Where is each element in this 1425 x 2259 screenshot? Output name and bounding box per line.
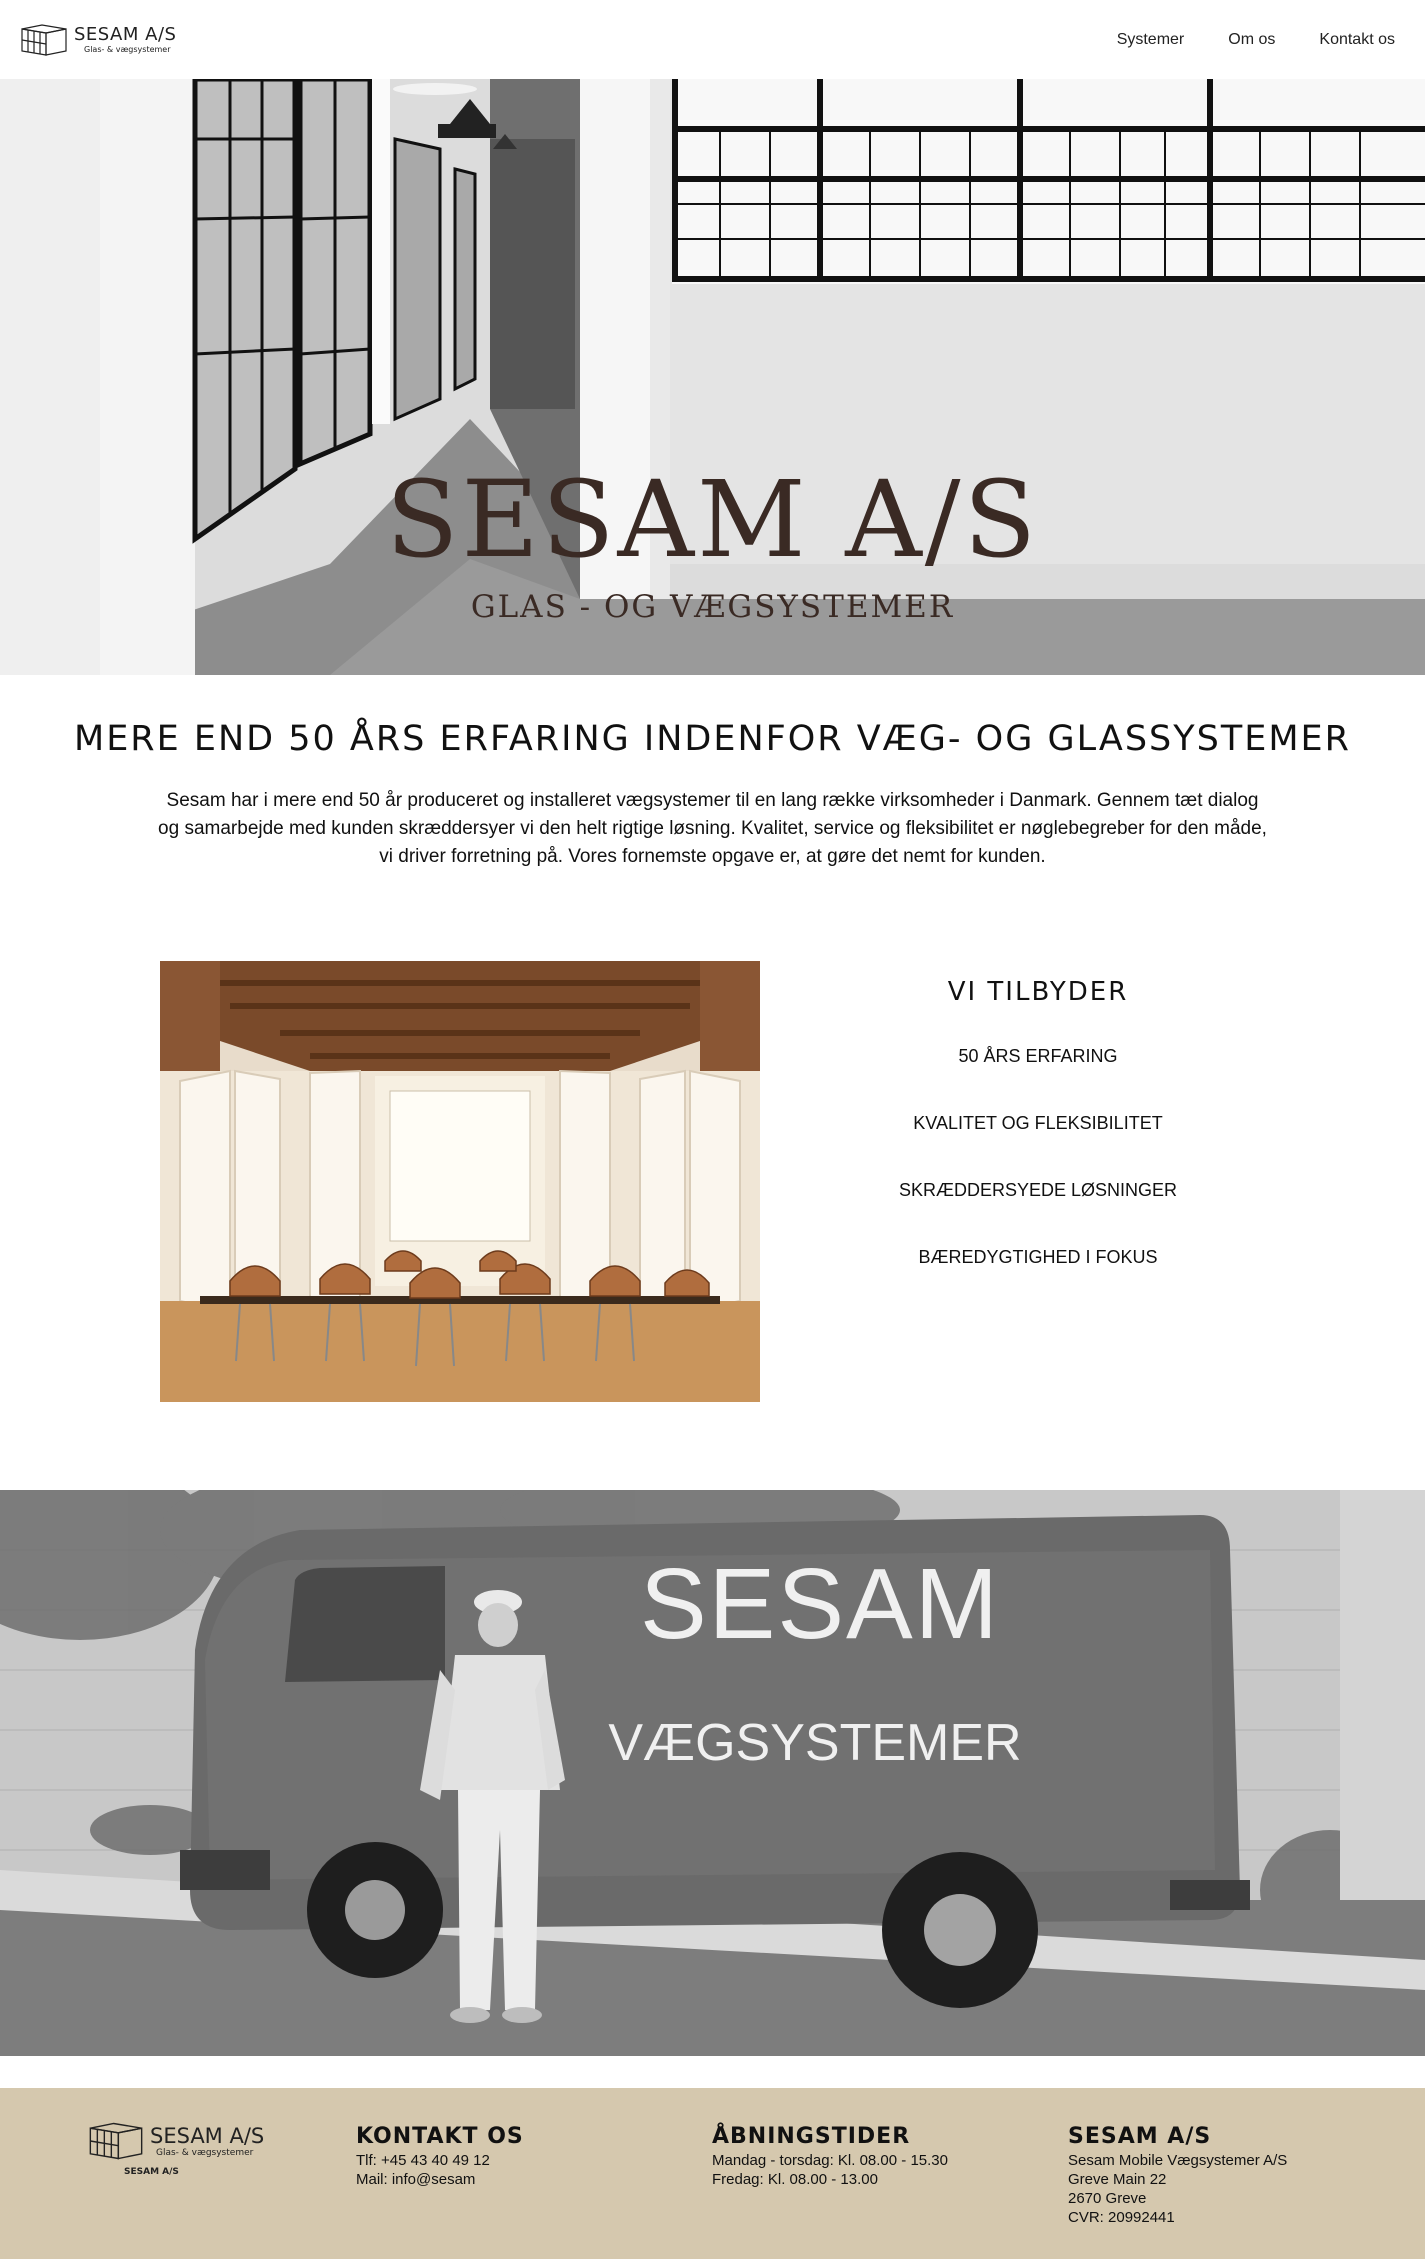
van-text-sesam: SESAM <box>640 1548 1000 1660</box>
meeting-room-photo <box>160 961 760 1402</box>
offer-list-panel: VI TILBYDER 50 ÅRS ERFARING KVALITET OG … <box>848 977 1228 1313</box>
intro-body: Sesam har i mere end 50 år produceret og… <box>158 790 1267 867</box>
header-logo[interactable]: SESAM A/S Glas- & vægsystemer <box>20 23 176 57</box>
cube-logo-icon <box>21 23 67 56</box>
footer-company-line: 2670 Greve <box>1068 2190 1147 2207</box>
intro-heading: MERE END 50 ÅRS ERFARING INDENFOR VÆG- O… <box>74 719 1351 759</box>
offer-section: VI TILBYDER 50 ÅRS ERFARING KVALITET OG … <box>0 871 1425 1490</box>
footer-company-line: Sesam Mobile Vægsystemer A/S <box>1068 2152 1288 2169</box>
footer-company-line: CVR: 20992441 <box>1068 2209 1175 2226</box>
footer-logo-name: SESAM A/S <box>150 2124 265 2148</box>
footer-logo-caption: SESAM A/S <box>124 2167 179 2177</box>
hero-subtitle: GLAS - OG VÆGSYSTEMER <box>470 589 955 625</box>
offer-heading: VI TILBYDER <box>947 977 1129 1007</box>
van-photo: SESAM VÆGSYSTEMER <box>0 1490 1425 2056</box>
offer-item: KVALITET OG FLEKSIBILITET <box>913 1113 1163 1133</box>
van-text-vaegsystemer: VÆGSYSTEMER <box>608 1714 1021 1772</box>
footer-contact: KONTAKT OS Tlf: +45 43 40 49 12 Mail: in… <box>356 2124 524 2189</box>
footer-company: SESAM A/S Sesam Mobile Vægsystemer A/S G… <box>1068 2124 1287 2227</box>
logo-name: SESAM A/S <box>74 23 177 45</box>
footer-contact-heading: KONTAKT OS <box>356 2124 524 2149</box>
footer-email[interactable]: Mail: info@sesam <box>356 2170 524 2189</box>
offer-list: 50 ÅRS ERFARING KVALITET OG FLEKSIBILITE… <box>848 1045 1228 1313</box>
footer-hours-line: Fredag: Kl. 08.00 - 13.00 <box>712 2171 878 2188</box>
footer-logo[interactable]: SESAM A/S Glas- & vægsystemer SESAM A/S <box>88 2121 264 2177</box>
offer-item: SKRÆDDERSYEDE LØSNINGER <box>898 1180 1178 1200</box>
footer-logo-tagline: Glas- & vægsystemer <box>156 2148 254 2158</box>
nav-om-os[interactable]: Om os <box>1228 31 1275 49</box>
offer-item: BÆREDYGTIGHED I FOKUS <box>918 1247 1158 1267</box>
hero-title: SESAM A/S <box>385 458 1040 581</box>
site-footer: SESAM A/S Glas- & vægsystemer SESAM A/S … <box>0 2088 1425 2259</box>
footer-hours-line: Mandag - torsdag: Kl. 08.00 - 15.30 <box>712 2152 948 2169</box>
footer-company-line: Greve Main 22 <box>1068 2171 1167 2188</box>
footer-company-heading: SESAM A/S <box>1068 2124 1212 2149</box>
main-nav: Systemer Om os Kontakt os <box>1117 31 1395 49</box>
nav-systemer[interactable]: Systemer <box>1117 31 1185 49</box>
hero-office-photo <box>0 79 1425 675</box>
intro-section: MERE END 50 ÅRS ERFARING INDENFOR VÆG- O… <box>0 675 1425 871</box>
site-header: SESAM A/S Glas- & vægsystemer Systemer O… <box>0 0 1425 79</box>
nav-kontakt-os[interactable]: Kontakt os <box>1319 31 1395 49</box>
offer-item: 50 ÅRS ERFARING <box>958 1046 1118 1066</box>
cube-logo-icon <box>89 2122 143 2160</box>
hero-banner: SESAM A/S GLAS - OG VÆGSYSTEMER <box>0 79 1425 675</box>
logo-tagline: Glas- & vægsystemer <box>84 44 171 54</box>
footer-hours-heading: ÅBNINGSTIDER <box>712 2124 911 2149</box>
footer-hours: ÅBNINGSTIDER Mandag - torsdag: Kl. 08.00… <box>712 2124 948 2189</box>
footer-phone[interactable]: Tlf: +45 43 40 49 12 <box>356 2151 524 2170</box>
